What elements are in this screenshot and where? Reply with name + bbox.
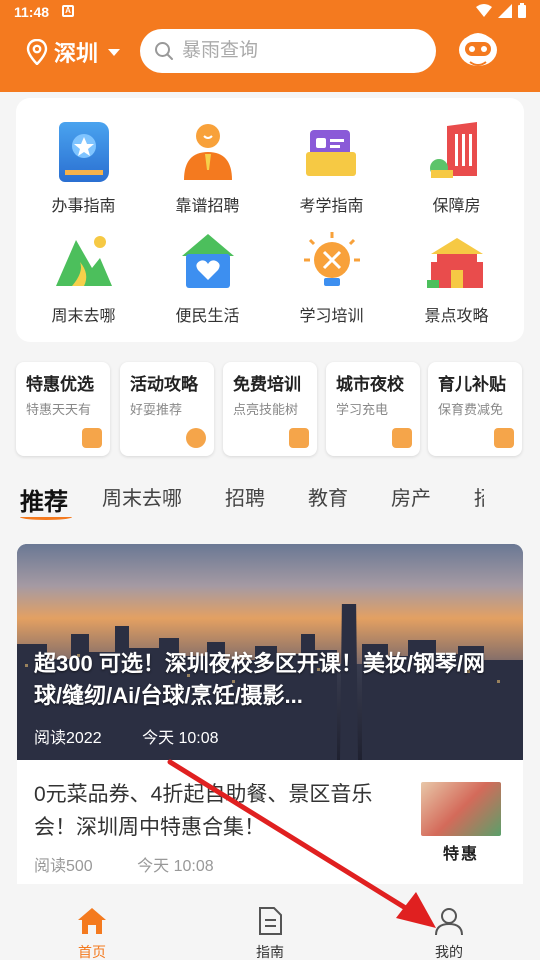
city-name: 深圳 (54, 41, 99, 66)
search-bar[interactable] (140, 29, 436, 73)
status-time: 11:48 (14, 4, 50, 20)
notification-icon: A (62, 5, 74, 17)
feature-reads: 阅读2022 (34, 730, 102, 747)
promo-subtitle: 好耍推荐 (130, 402, 183, 417)
service-label: 便民生活 (175, 308, 240, 325)
money-bag-icon (494, 428, 514, 448)
mascot-robot-icon[interactable] (456, 26, 500, 70)
shopping-bag-icon (82, 428, 102, 448)
service-label: 景点攻略 (424, 308, 489, 325)
battery-icon (518, 3, 526, 18)
service-label: 考学指南 (299, 198, 364, 215)
services-grid: 办事指南 靠谱招聘 考学指南 保障房 周末去哪 便民生活 学习培训 景点攻略 (16, 98, 524, 342)
service-weekend[interactable]: 周末去哪 (20, 232, 147, 326)
tab-recommend[interactable]: 推荐 (20, 482, 72, 520)
service-attractions[interactable]: 景点攻略 (393, 232, 520, 326)
service-label: 办事指南 (51, 198, 116, 215)
recruit-person-icon (178, 122, 238, 182)
nav-label: 我的 (435, 944, 463, 960)
guide-book-icon (58, 122, 109, 182)
tab-education[interactable]: 教育 (308, 482, 348, 511)
mountain-icon (54, 232, 114, 292)
service-recruit[interactable]: 靠谱招聘 (144, 122, 271, 216)
article-title: 0元菜品券、4折起自助餐、景区音乐会！深圳周中特惠合集！ (34, 783, 373, 839)
wifi-icon (476, 3, 492, 17)
promo-subtitle: 特惠天天有 (26, 402, 92, 417)
promo-subtitle: 点亮技能树 (233, 402, 299, 417)
article-thumbnail-caption: 特惠 (442, 846, 479, 863)
temple-icon (426, 232, 487, 292)
promo-title: 城市夜校 (336, 375, 404, 394)
article-item[interactable]: 0元菜品券、4折起自助餐、景区音乐会！深圳周中特惠合集！ 阅读500 今天 10… (17, 760, 523, 884)
document-icon (259, 907, 282, 935)
promo-subtitle: 保育费减免 (438, 402, 504, 417)
service-guide[interactable]: 办事指南 (20, 122, 147, 216)
feature-title: 超300 可选！深圳夜校多区开课！美妆/钢琴/网球/缝纫/Ai/台球/烹饪/摄影… (34, 651, 486, 708)
search-icon (155, 42, 173, 60)
promo-title: 免费培训 (233, 375, 301, 394)
nav-profile[interactable]: 我的 (409, 906, 489, 960)
feature-meta: 阅读2022 今天 10:08 (34, 724, 255, 748)
article-meta: 阅读500 今天 10:08 (34, 852, 254, 876)
promo-title: 活动攻略 (130, 375, 198, 394)
feature-article[interactable]: 超300 可选！深圳夜校多区开课！美妆/钢琴/网球/缝纫/Ai/台球/烹饪/摄影… (17, 544, 523, 760)
promo-title: 特惠优选 (26, 375, 94, 394)
study-folder-icon (302, 122, 362, 182)
nav-label: 指南 (256, 944, 284, 960)
nav-home[interactable]: 首页 (52, 906, 132, 960)
city-selector[interactable]: 深圳 (26, 36, 121, 68)
tab-property[interactable]: 房产 (391, 482, 431, 511)
promo-subtitle: 学习充电 (336, 402, 389, 417)
service-label: 学习培训 (299, 308, 364, 325)
nav-guide[interactable]: 指南 (230, 906, 310, 960)
service-training[interactable]: 学习培训 (268, 232, 395, 326)
promo-card[interactable]: 特惠优选 特惠天天有 (16, 362, 110, 456)
service-study[interactable]: 考学指南 (268, 122, 395, 216)
bottom-nav: 首页 指南 我的 (0, 884, 540, 960)
promo-card[interactable]: 城市夜校 学习充电 (326, 362, 420, 456)
promo-title: 育儿补贴 (438, 375, 506, 394)
signal-icon (498, 3, 512, 18)
article-time: 今天 10:08 (137, 858, 214, 875)
service-label: 靠谱招聘 (175, 198, 240, 215)
category-tabs: 推荐 周末去哪 招聘 教育 房产 招 (20, 482, 540, 526)
promo-row: 特惠优选 特惠天天有 活动攻略 好耍推荐 免费培训 点亮技能树 城市夜校 学习充… (16, 362, 540, 458)
heart-house-icon (178, 232, 238, 292)
service-label: 保障房 (432, 198, 481, 215)
article-thumbnail (421, 782, 501, 836)
service-life[interactable]: 便民生活 (144, 232, 271, 326)
user-icon (435, 908, 463, 936)
service-housing[interactable]: 保障房 (393, 122, 520, 216)
article-reads: 阅读500 (34, 858, 93, 875)
tab-jobs[interactable]: 招聘 (225, 482, 265, 511)
service-label: 周末去哪 (51, 308, 116, 325)
promo-card[interactable]: 活动攻略 好耍推荐 (120, 362, 214, 456)
whiteboard-icon (289, 428, 309, 448)
nav-label: 首页 (78, 944, 106, 960)
promo-card[interactable]: 育儿补贴 保育费减免 (428, 362, 522, 456)
location-pin-icon (26, 39, 48, 65)
feature-time: 今天 10:08 (142, 730, 219, 747)
home-icon (78, 908, 106, 934)
tab-more[interactable]: 招 (474, 482, 484, 511)
status-icons (476, 3, 526, 18)
app-header: 11:48 A 深圳 (0, 0, 540, 92)
building-icon (392, 428, 412, 448)
tab-underline (20, 514, 72, 520)
housing-building-icon (427, 122, 487, 182)
tab-weekend[interactable]: 周末去哪 (102, 482, 182, 511)
tab-label: 推荐 (20, 489, 68, 516)
search-input[interactable] (182, 40, 412, 62)
promo-card[interactable]: 免费培训 点亮技能树 (223, 362, 317, 456)
lightbulb-tools-icon (302, 232, 362, 292)
status-bar: 11:48 A (0, 0, 540, 24)
chevron-down-icon (108, 48, 121, 56)
balloon-icon (186, 428, 206, 448)
